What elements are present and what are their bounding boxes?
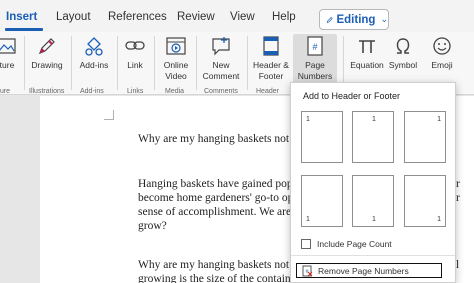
dropdown-divider xyxy=(291,255,455,256)
include-page-count-option[interactable]: Include Page Count xyxy=(301,239,392,249)
drawing-icon xyxy=(38,38,55,55)
comment-icon xyxy=(212,37,230,56)
editing-label: Editing xyxy=(336,13,376,26)
remove-page-number-icon: # xyxy=(302,265,313,276)
tab-review[interactable]: Review xyxy=(177,11,215,23)
remove-page-numbers-button[interactable]: # Remove Page Numbers xyxy=(296,263,442,278)
tab-help[interactable]: Help xyxy=(272,11,296,23)
pencil-icon xyxy=(326,16,333,23)
group-divider xyxy=(154,36,155,90)
emoji-label: Emoji xyxy=(431,60,453,70)
tab-layout[interactable]: Layout xyxy=(56,11,91,23)
tab-view[interactable]: View xyxy=(230,11,255,23)
video-icon xyxy=(166,37,186,55)
group-divider xyxy=(24,36,25,90)
document-line: become home gardeners' go-to opt xyxy=(138,192,297,204)
document-line-fragment: r xyxy=(456,192,460,204)
group-links-label: Links xyxy=(127,88,144,95)
symbol-label: Symbol xyxy=(388,60,418,70)
document-line: Why are my hanging baskets not g xyxy=(138,259,298,271)
document-line-fragment: r xyxy=(456,178,460,190)
link-label: Link xyxy=(127,60,143,70)
symbol-button[interactable]: Symbol xyxy=(387,34,419,71)
group-pictures-label: ture xyxy=(0,88,11,95)
add-ins-icon xyxy=(85,37,103,56)
thumbnail-number: 1 xyxy=(437,116,441,123)
thumbnail-top-center[interactable]: 1 xyxy=(352,111,394,163)
group-addins-label: Add-ins xyxy=(80,88,104,95)
thumbnail-number: 1 xyxy=(372,116,376,123)
group-comments-label: Comments xyxy=(204,88,238,95)
thumbnail-number: 1 xyxy=(372,216,376,223)
equation-label: Equation xyxy=(350,60,384,70)
pictures-button[interactable]: ture xyxy=(0,34,20,71)
emoji-button[interactable]: Emoji xyxy=(428,34,456,71)
thumbnail-top-right[interactable]: 1 xyxy=(404,111,446,163)
group-divider xyxy=(247,36,248,90)
document-line: sense of accomplishment. We are xyxy=(138,206,292,218)
thumbnail-number: 1 xyxy=(306,116,310,123)
header-footer-label-1: Header & xyxy=(253,60,289,70)
add-ins-button[interactable]: Add-ins xyxy=(76,34,112,71)
group-illustrations-label: Illustrations xyxy=(29,88,65,95)
online-video-label-1: Online xyxy=(163,60,189,70)
document-line-fragment: l xyxy=(456,259,460,271)
chevron-down-icon: ⌄ xyxy=(380,14,388,24)
drawing-label: Drawing xyxy=(31,60,63,70)
include-page-count-label: Include Page Count xyxy=(317,239,392,249)
group-divider xyxy=(117,36,118,90)
page-numbers-dropdown: Add to Header or Footer 1 1 1 1 1 1 Incl… xyxy=(290,82,456,283)
new-comment-label-1: New xyxy=(212,60,230,70)
dropdown-title: Add to Header or Footer xyxy=(303,91,401,101)
header-footer-label-2: Footer xyxy=(258,70,284,81)
thumbnail-bottom-right[interactable]: 1 xyxy=(404,175,446,227)
page-number-icon: # xyxy=(307,36,323,56)
header-footer-icon xyxy=(263,36,279,56)
thumbnail-bottom-left[interactable]: 1 xyxy=(301,175,343,227)
group-divider xyxy=(196,36,197,90)
equation-button[interactable]: Equation xyxy=(349,34,385,71)
thumbnail-top-left[interactable]: 1 xyxy=(301,111,343,163)
tab-insert[interactable]: Insert xyxy=(6,11,37,23)
online-video-button[interactable]: Online Video xyxy=(160,34,192,81)
document-line: Why are my hanging baskets not g xyxy=(138,133,298,145)
omega-icon xyxy=(396,38,410,54)
editing-mode-button[interactable]: Editing ⌄ xyxy=(319,9,389,30)
page-numbers-label-2: Numbers xyxy=(297,70,333,81)
document-line: growing is the size of the containe xyxy=(138,273,296,283)
margin-corner-mark xyxy=(104,110,114,120)
thumbnail-number: 1 xyxy=(437,216,441,223)
tab-references[interactable]: References xyxy=(108,11,167,23)
pi-icon xyxy=(359,40,375,53)
group-media-label: Media xyxy=(165,88,185,95)
new-comment-button[interactable]: New Comment xyxy=(200,34,242,81)
link-button[interactable]: Link xyxy=(122,34,148,71)
remove-page-numbers-label: Remove Page Numbers xyxy=(318,265,409,276)
ribbon-tab-bar: Insert Layout References Review View Hel… xyxy=(0,0,474,32)
active-tab-indicator xyxy=(5,28,43,31)
pictures-label: ture xyxy=(0,60,15,70)
picture-icon xyxy=(0,38,16,54)
page-numbers-button[interactable]: # Page Numbers xyxy=(293,34,337,86)
document-line: Hanging baskets have gained popu xyxy=(138,178,299,190)
svg-text:#: # xyxy=(312,42,317,52)
thumbnail-bottom-center[interactable]: 1 xyxy=(352,175,394,227)
thumbnail-number: 1 xyxy=(306,216,310,223)
drawing-button[interactable]: Drawing xyxy=(28,34,66,71)
header-footer-button[interactable]: Header & Footer xyxy=(252,34,290,81)
include-page-count-checkbox[interactable] xyxy=(301,239,311,249)
page-numbers-label-1: Page xyxy=(305,60,325,70)
add-ins-label: Add-ins xyxy=(79,60,109,70)
new-comment-label-2: Comment xyxy=(202,70,240,81)
online-video-label-2: Video xyxy=(165,70,187,81)
group-divider xyxy=(71,36,72,90)
group-header-label: Header xyxy=(256,88,279,95)
emoji-icon xyxy=(433,37,451,55)
link-icon xyxy=(125,41,145,50)
document-line: grow? xyxy=(138,220,167,232)
